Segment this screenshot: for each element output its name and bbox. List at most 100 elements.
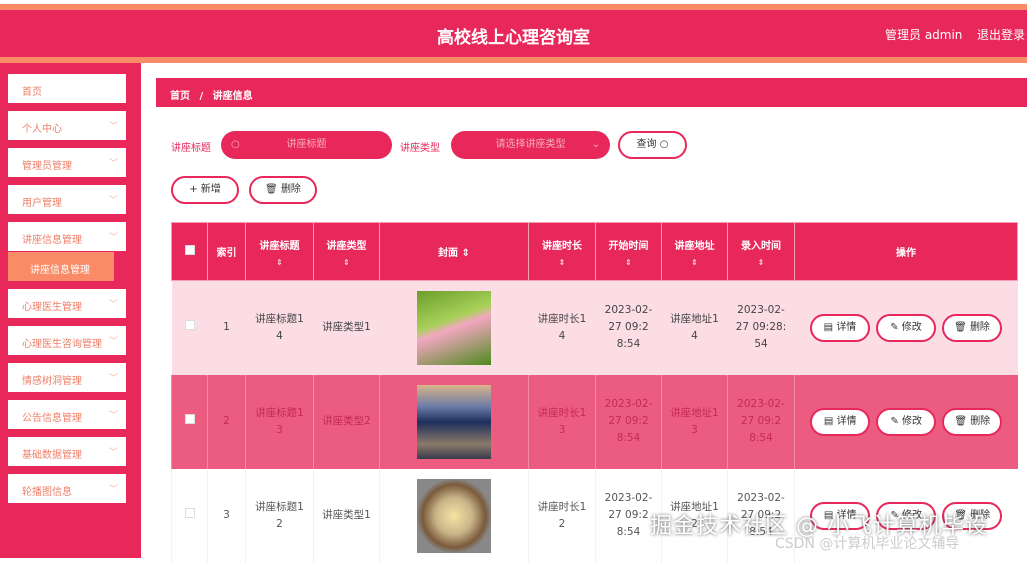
cell-type: 讲座类型1 [313, 468, 380, 563]
cover-image [417, 290, 491, 365]
query-label: 查询 [636, 139, 657, 150]
cell-duration: 讲座时长14 [528, 280, 596, 375]
query-button[interactable]: 查询 ○ [618, 131, 687, 159]
cell-actions: ▤ 详情 ✎ 修改 🗑 删除 [794, 280, 1018, 375]
sidebar-item[interactable]: 情感树洞管理 ﹀ [8, 363, 126, 392]
column-header[interactable]: 录入时间 ⇕ [727, 222, 795, 281]
sidebar-item-label: 基础数据管理 [22, 450, 82, 461]
cell-cover [379, 468, 529, 563]
column-label: 录入时间 [741, 240, 781, 252]
sort-icon[interactable]: ⇕ [662, 258, 727, 267]
chevron-down-icon: ﹀ [108, 300, 118, 310]
cell-entry: 2023-02-27 09:28:54 [727, 280, 795, 375]
top-stripe [0, 0, 1027, 10]
sidebar-item-label: 个人中心 [22, 124, 62, 135]
sidebar: 首页 个人中心 ﹀ 管理员管理 ﹀ 用户管理 ﹀ 讲座信息管理 ﹀ 心理医生管理 ﹀ 心理医生咨询管理… [0, 63, 141, 558]
delete-button[interactable]: 🗑 删除 [942, 313, 1002, 342]
row-select[interactable] [171, 374, 208, 469]
sidebar-item[interactable]: 公告信息管理 ﹀ [8, 400, 126, 429]
row-checkbox[interactable] [184, 414, 195, 424]
sort-icon[interactable]: ⇕ [314, 258, 379, 267]
column-label: 讲座类型 [326, 240, 367, 252]
chevron-down-icon: ﹀ [108, 411, 118, 421]
edit-label: 修改 [901, 321, 922, 333]
breadcrumb-current: 讲座信息 [212, 91, 253, 102]
plus-icon: + [189, 184, 198, 195]
chevron-down-icon: ⌄ [591, 139, 600, 150]
sidebar-item[interactable]: 用户管理 ﹀ [8, 185, 126, 214]
edit-button[interactable]: ✎ 修改 [876, 313, 936, 342]
sidebar-item[interactable]: 基础数据管理 ﹀ [8, 437, 126, 466]
sidebar-item[interactable]: 心理医生管理 ﹀ [8, 289, 126, 318]
row-select[interactable] [171, 280, 208, 375]
detail-button[interactable]: ▤ 详情 [810, 407, 871, 436]
sidebar-item[interactable]: 个人中心 ﹀ [8, 111, 126, 140]
column-header[interactable]: 封面 ⇕ [379, 222, 529, 281]
sidebar-item-label: 情感树洞管理 [22, 376, 82, 387]
sort-icon[interactable]: ⇕ [596, 258, 661, 267]
delete-label: 删除 [969, 321, 990, 333]
sidebar-item-label: 首页 [22, 87, 42, 98]
type-select[interactable]: 请选择讲座类型 ⌄ [451, 131, 610, 159]
column-header[interactable]: 讲座地址 ⇕ [661, 222, 728, 281]
sidebar-item-label: 心理医生管理 [22, 302, 82, 313]
cell-index: 3 [207, 468, 246, 563]
cell-title: 讲座标题14 [245, 280, 314, 375]
sidebar-item[interactable]: 首页 [8, 74, 126, 103]
sort-icon[interactable]: ⇕ [529, 258, 595, 267]
column-header: 操作 [794, 222, 1018, 281]
add-label: 新增 [200, 184, 221, 195]
select-all-header[interactable] [171, 222, 208, 281]
title-search-placeholder: 讲座标题 [286, 139, 327, 150]
sort-icon[interactable]: ⇕ [728, 258, 794, 267]
title-search-label: 讲座标题 [171, 143, 211, 154]
edit-button[interactable]: ✎ 修改 [876, 407, 937, 436]
cell-cover [379, 374, 529, 469]
add-button[interactable]: + 新增 [171, 176, 239, 204]
column-header[interactable]: 开始时间 ⇕ [595, 222, 662, 281]
sort-icon[interactable]: ⇕ [462, 248, 470, 259]
column-header[interactable]: 讲座时长 ⇕ [528, 222, 596, 281]
type-select-placeholder: 请选择讲座类型 [495, 139, 566, 150]
detail-label: 详情 [836, 415, 857, 427]
batch-delete-button[interactable]: 🗑 删除 [249, 176, 317, 204]
logout-link[interactable]: 退出登录 [977, 26, 1025, 43]
column-header[interactable]: 讲座类型 ⇕ [313, 222, 380, 281]
breadcrumb-home[interactable]: 首页 [170, 91, 190, 102]
cover-image [417, 478, 491, 553]
sidebar-item[interactable]: 轮播图信息 ﹀ [8, 474, 126, 503]
sidebar-item-label: 心理医生咨询管理 [22, 339, 102, 350]
select-all-checkbox[interactable] [184, 245, 195, 255]
type-select-label: 讲座类型 [400, 143, 440, 154]
chevron-down-icon: ﹀ [108, 233, 118, 243]
sidebar-subitem-lecture-info[interactable]: 讲座信息管理 [8, 252, 114, 281]
row-checkbox[interactable] [184, 320, 195, 331]
sidebar-item[interactable]: 心理医生咨询管理 ﹀ [8, 326, 126, 355]
search-icon: ○ [659, 139, 669, 150]
row-checkbox[interactable] [184, 508, 195, 518]
sidebar-item-label: 管理员管理 [22, 161, 72, 172]
sort-icon[interactable]: ⇕ [246, 258, 313, 267]
sidebar-item-label: 公告信息管理 [22, 413, 82, 424]
watermark-csdn: CSDN @计算机毕业论文辅导 [775, 536, 960, 552]
chevron-down-icon: ﹀ [108, 448, 118, 458]
sidebar-item[interactable]: 讲座信息管理 ﹀ [8, 222, 126, 251]
chevron-down-icon: ﹀ [108, 485, 118, 495]
delete-label: 删除 [970, 415, 991, 427]
cell-duration: 讲座时长13 [528, 374, 596, 469]
column-header[interactable]: 讲座标题 ⇕ [245, 222, 314, 281]
current-user: 管理员 admin [885, 28, 963, 42]
column-label: 讲座地址 [674, 240, 715, 252]
sidebar-item[interactable]: 管理员管理 ﹀ [8, 148, 126, 177]
breadcrumb: 首页 / 讲座信息 [156, 78, 1027, 107]
row-select[interactable] [171, 468, 208, 563]
sidebar-item-label: 用户管理 [22, 198, 62, 209]
title-search-input[interactable]: ○ 讲座标题 [221, 131, 392, 159]
detail-button[interactable]: ▤ 详情 [810, 313, 870, 342]
delete-button[interactable]: 🗑 删除 [942, 407, 1003, 436]
chevron-down-icon: ﹀ [108, 374, 118, 384]
edit-label: 修改 [902, 415, 923, 427]
delete-label: 删除 [280, 184, 301, 195]
cell-type: 讲座类型1 [313, 280, 380, 375]
column-label: 封面 [438, 248, 459, 259]
